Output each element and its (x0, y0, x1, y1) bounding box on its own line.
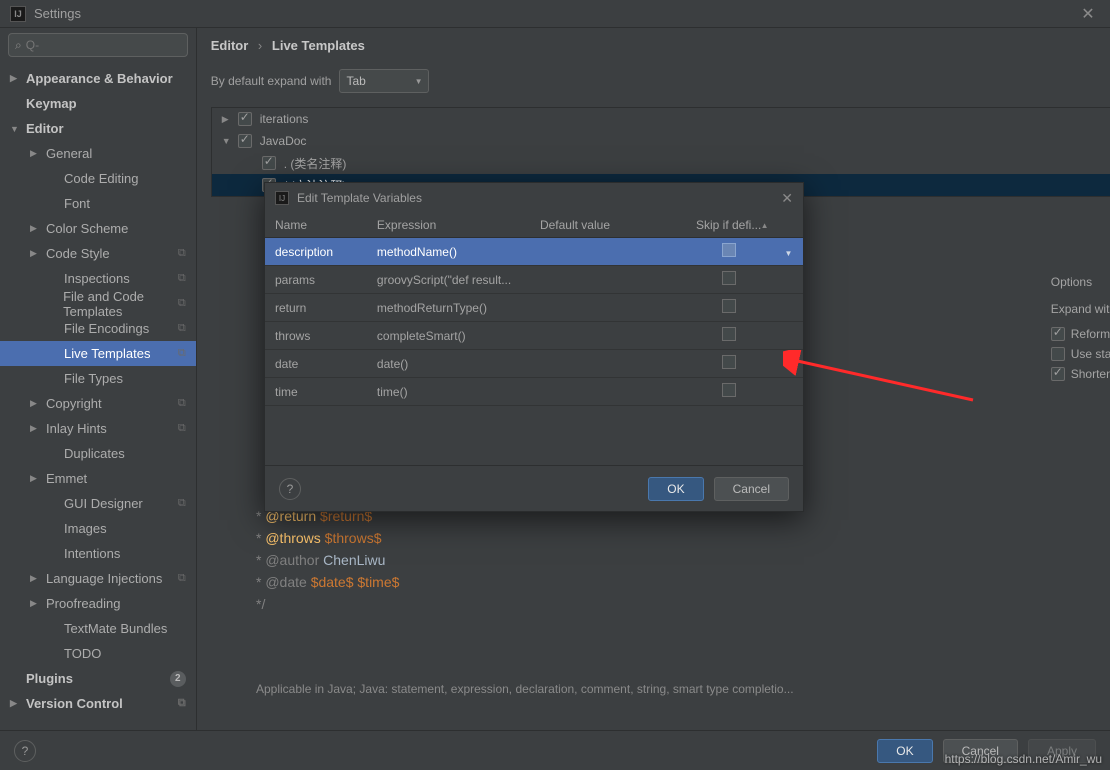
expand-label: By default expand with (211, 74, 332, 88)
sidebar-item[interactable]: File Types (0, 366, 196, 391)
help-icon[interactable]: ? (279, 478, 301, 500)
template-row[interactable]: ▼JavaDoc (212, 130, 1110, 152)
scope-icon: ⧉ (178, 347, 186, 360)
skip-checkbox[interactable] (722, 327, 736, 341)
sidebar-item[interactable]: Live Templates⧉ (0, 341, 196, 366)
template-checkbox[interactable] (238, 134, 252, 148)
app-icon: IJ (275, 191, 289, 205)
template-row[interactable]: ▶iterations (212, 108, 1110, 130)
skip-checkbox[interactable] (722, 355, 736, 369)
variable-row[interactable]: throwscompleteSmart() (265, 322, 803, 350)
col-expression[interactable]: Expression (367, 213, 530, 238)
variable-row[interactable]: returnmethodReturnType() (265, 294, 803, 322)
titlebar: IJ Settings ✕ (0, 0, 1110, 28)
sidebar-item[interactable]: ▶Version Control⧉ (0, 691, 196, 716)
options-expand-label: Expand with (1051, 302, 1110, 316)
breadcrumb-b: Live Templates (272, 38, 365, 53)
sidebar-item[interactable]: ▶Proofreading (0, 591, 196, 616)
template-checkbox[interactable] (238, 112, 252, 126)
variable-row[interactable]: timetime() (265, 378, 803, 406)
scope-icon: ⧉ (178, 497, 186, 510)
sidebar-item[interactable]: GUI Designer⧉ (0, 491, 196, 516)
shorten-fq-checkbox[interactable] (1051, 367, 1065, 381)
variable-row[interactable]: datedate() (265, 350, 803, 378)
sidebar-item[interactable]: TextMate Bundles (0, 616, 196, 641)
static-import-checkbox[interactable] (1051, 347, 1065, 361)
options-title: Options (1051, 275, 1110, 289)
sidebar-item[interactable]: ▶Code Style⧉ (0, 241, 196, 266)
footer: ? OK Cancel Apply (0, 730, 1110, 770)
settings-sidebar: ⌕ ▶Appearance & BehaviorKeymap▼Editor▶Ge… (0, 28, 197, 730)
sidebar-item[interactable]: Duplicates (0, 441, 196, 466)
sidebar-item[interactable]: File Encodings⧉ (0, 316, 196, 341)
sidebar-item[interactable]: ▶Inlay Hints⧉ (0, 416, 196, 441)
sidebar-item[interactable]: Keymap (0, 91, 196, 116)
sidebar-item[interactable]: File and Code Templates⧉ (0, 291, 196, 316)
settings-tree[interactable]: ▶Appearance & BehaviorKeymap▼Editor▶Gene… (0, 62, 196, 730)
search-field[interactable] (26, 38, 181, 52)
skip-checkbox[interactable] (722, 383, 736, 397)
chevron-right-icon: › (258, 38, 262, 53)
sidebar-item[interactable]: ▶Copyright⧉ (0, 391, 196, 416)
chevron-down-icon: ▼ (415, 77, 423, 86)
col-default[interactable]: Default value (530, 213, 683, 238)
sidebar-item[interactable]: Plugins2 (0, 666, 196, 691)
template-row[interactable]: . (类名注释) (212, 152, 1110, 174)
template-code[interactable]: * @return $return$ * @throws $throws$ * … (256, 505, 846, 615)
app-icon: IJ (10, 6, 26, 22)
modal-ok-button[interactable]: OK (648, 477, 703, 501)
sidebar-item[interactable]: ▶Appearance & Behavior (0, 66, 196, 91)
sidebar-item[interactable]: Font (0, 191, 196, 216)
edit-template-variables-dialog: IJ Edit Template Variables ✕ Name Expres… (264, 182, 804, 512)
variables-table[interactable]: Name Expression Default value Skip if de… (265, 213, 803, 465)
modal-cancel-button[interactable]: Cancel (714, 477, 789, 501)
scope-icon: ⧉ (178, 397, 186, 410)
scope-icon: ⧉ (178, 297, 186, 310)
applicable-text: Applicable in Java; Java: statement, exp… (256, 682, 794, 696)
ok-button[interactable]: OK (877, 739, 932, 763)
scope-icon: ⧉ (178, 322, 186, 335)
sidebar-item[interactable]: TODO (0, 641, 196, 666)
sidebar-item[interactable]: ▶General (0, 141, 196, 166)
sidebar-item[interactable]: ▶Language Injections⧉ (0, 566, 196, 591)
sidebar-item[interactable]: Inspections⧉ (0, 266, 196, 291)
skip-checkbox[interactable] (722, 271, 736, 285)
help-icon[interactable]: ? (14, 740, 36, 762)
scope-icon: ⧉ (178, 422, 186, 435)
expand-combo[interactable]: Tab ▼ (339, 69, 429, 93)
sidebar-item[interactable]: Images (0, 516, 196, 541)
scope-icon: ⧉ (178, 247, 186, 260)
col-name[interactable]: Name (265, 213, 367, 238)
static-import-label: Use static import if possible (1071, 347, 1110, 361)
breadcrumb: Editor › Live Templates (197, 28, 1110, 63)
reformat-label: Reformat according to style (1071, 327, 1110, 341)
col-skip[interactable]: Skip if defi...▲ (683, 213, 775, 238)
scope-icon: ⧉ (178, 697, 186, 710)
sidebar-item[interactable]: ▶Color Scheme (0, 216, 196, 241)
shorten-fq-label: Shorten FQ names (1071, 367, 1110, 381)
template-checkbox[interactable] (262, 156, 276, 170)
search-input[interactable]: ⌕ (8, 33, 188, 57)
sidebar-item[interactable]: Intentions (0, 541, 196, 566)
sidebar-item[interactable]: ▼Editor (0, 116, 196, 141)
scope-icon: ⧉ (178, 572, 186, 585)
close-icon[interactable]: ✕ (1076, 4, 1100, 24)
window-title: Settings (34, 6, 81, 21)
sidebar-item[interactable]: ▶Emmet (0, 466, 196, 491)
sidebar-item[interactable]: Code Editing (0, 166, 196, 191)
watermark: https://blog.csdn.net/Amir_wu (945, 752, 1102, 766)
search-icon: ⌕ (15, 38, 22, 53)
variable-row[interactable]: descriptionmethodName() (265, 238, 803, 266)
reformat-checkbox[interactable] (1051, 327, 1065, 341)
skip-checkbox[interactable] (722, 243, 736, 257)
close-icon[interactable]: ✕ (781, 190, 793, 207)
variable-row[interactable]: paramsgroovyScript("def result... (265, 266, 803, 294)
scope-icon: ⧉ (178, 272, 186, 285)
sort-icon: ▲ (761, 221, 769, 230)
skip-checkbox[interactable] (722, 299, 736, 313)
badge: 2 (170, 671, 186, 687)
modal-title: Edit Template Variables (297, 191, 422, 205)
breadcrumb-a[interactable]: Editor (211, 38, 249, 53)
expand-value: Tab (346, 74, 365, 88)
